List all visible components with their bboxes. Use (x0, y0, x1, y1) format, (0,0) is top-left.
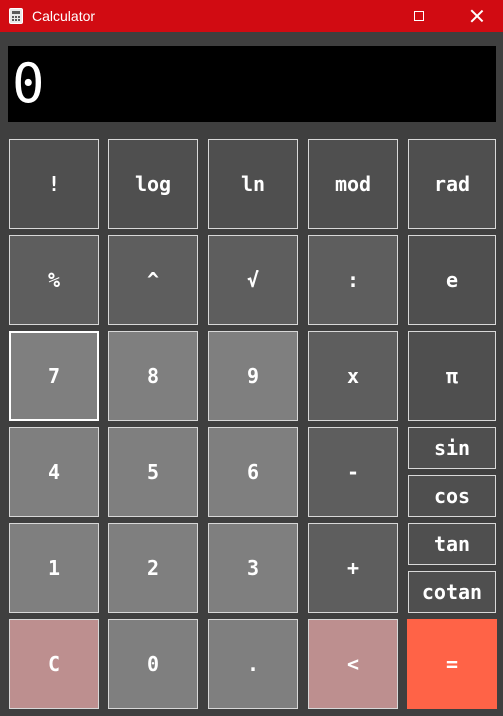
multiply-button[interactable]: x (308, 331, 398, 421)
maximize-icon (414, 11, 424, 21)
digit-7-button[interactable]: 7 (9, 331, 99, 421)
close-icon (470, 9, 484, 23)
maximize-button[interactable] (390, 0, 448, 32)
percent-button[interactable]: % (9, 235, 99, 325)
backspace-button[interactable]: < (308, 619, 398, 709)
rad-button[interactable]: rad (408, 139, 496, 229)
digit-9-button[interactable]: 9 (208, 331, 298, 421)
pi-button[interactable]: π (408, 331, 496, 421)
digit-1-button[interactable]: 1 (9, 523, 99, 613)
e-button[interactable]: e (408, 235, 496, 325)
window-title: Calculator (32, 8, 96, 24)
equals-button[interactable]: = (407, 619, 497, 709)
calculator-icon (9, 8, 23, 24)
digit-4-button[interactable]: 4 (9, 427, 99, 517)
clear-button[interactable]: C (9, 619, 99, 709)
digit-6-button[interactable]: 6 (208, 427, 298, 517)
power-button[interactable]: ^ (108, 235, 198, 325)
ln-button[interactable]: ln (208, 139, 298, 229)
result-display: 0 (8, 46, 496, 122)
sin-button[interactable]: sin (408, 427, 496, 469)
title-bar[interactable]: Calculator (0, 0, 503, 32)
digit-8-button[interactable]: 8 (108, 331, 198, 421)
minus-button[interactable]: - (308, 427, 398, 517)
decimal-point-button[interactable]: . (208, 619, 298, 709)
cotan-button[interactable]: cotan (408, 571, 496, 613)
plus-button[interactable]: + (308, 523, 398, 613)
log-button[interactable]: log (108, 139, 198, 229)
tan-button[interactable]: tan (408, 523, 496, 565)
factorial-button[interactable]: ! (9, 139, 99, 229)
digit-5-button[interactable]: 5 (108, 427, 198, 517)
mod-button[interactable]: mod (308, 139, 398, 229)
sqrt-button[interactable]: √ (208, 235, 298, 325)
close-button[interactable] (448, 0, 503, 32)
digit-0-button[interactable]: 0 (108, 619, 198, 709)
calculator-window: Calculator 0 ! log ln mod rad % ^ √ : e … (0, 0, 503, 716)
digit-3-button[interactable]: 3 (208, 523, 298, 613)
cos-button[interactable]: cos (408, 475, 496, 517)
divide-button[interactable]: : (308, 235, 398, 325)
digit-2-button[interactable]: 2 (108, 523, 198, 613)
